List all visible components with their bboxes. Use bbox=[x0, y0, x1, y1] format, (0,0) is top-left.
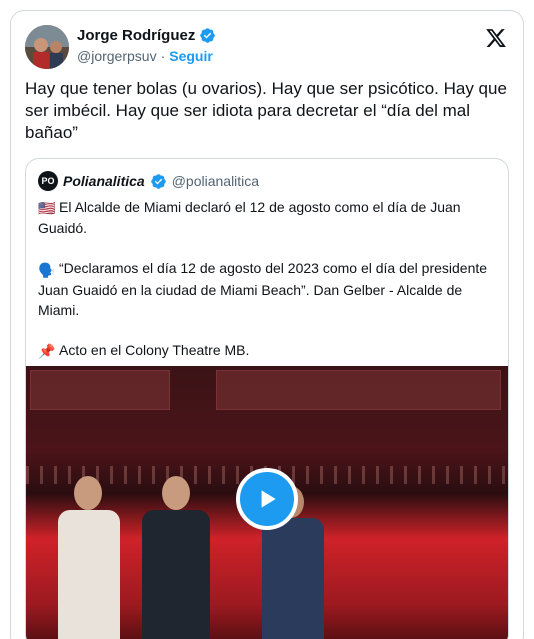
quoted-paragraph-text: Acto en el Colony Theatre MB. bbox=[59, 341, 250, 358]
quoted-text: 🇺🇸 El Alcalde de Miami declaró el 12 de a… bbox=[38, 197, 498, 381]
tweet-header: Jorge Rodríguez @jorgerpsuv · Seguir bbox=[25, 21, 509, 71]
author-avatar[interactable] bbox=[25, 25, 69, 69]
author-handle[interactable]: @jorgerpsuv bbox=[77, 48, 157, 64]
quoted-paragraph: 📌 Acto en el Colony Theatre MB. bbox=[38, 340, 498, 361]
quoted-paragraph: 🇺🇸 El Alcalde de Miami declaró el 12 de a… bbox=[38, 197, 498, 238]
quoted-author-handle[interactable]: @polianalitica bbox=[172, 173, 259, 189]
person-center bbox=[136, 476, 216, 639]
quoted-author-name[interactable]: Polianalitica bbox=[63, 173, 145, 189]
stage-screen bbox=[216, 370, 501, 410]
author-name[interactable]: Jorge Rodríguez bbox=[77, 27, 195, 44]
quoted-tweet[interactable]: PO Polianalitica @polianalitica 🇺🇸 El Alc… bbox=[25, 158, 509, 639]
separator-dot: · bbox=[160, 48, 166, 64]
quoted-avatar[interactable]: PO bbox=[38, 171, 58, 191]
speaking-head-icon: 🗣️ bbox=[38, 261, 56, 278]
quoted-paragraph-text: “Declaramos el día 12 de agosto del 2023… bbox=[38, 260, 488, 318]
person-left bbox=[54, 476, 124, 639]
tweet-text: Hay que tener bolas (u ovarios). Hay que… bbox=[25, 79, 507, 142]
stage-screen bbox=[30, 370, 170, 410]
quoted-paragraph-text: El Alcalde de Miami declaró el 12 de ago… bbox=[38, 199, 461, 237]
play-button[interactable] bbox=[236, 468, 298, 530]
verified-badge-icon bbox=[200, 28, 216, 43]
x-logo-icon[interactable] bbox=[485, 27, 507, 49]
verified-badge-icon bbox=[150, 173, 166, 189]
follow-button[interactable]: Seguir bbox=[169, 48, 213, 64]
us-flag-icon: 🇺🇸 bbox=[38, 200, 56, 217]
quoted-paragraph: 🗣️ “Declaramos el día 12 de agosto del 20… bbox=[38, 258, 498, 319]
video-player[interactable] bbox=[26, 366, 508, 639]
pushpin-icon: 📌 bbox=[38, 342, 56, 359]
play-icon bbox=[261, 490, 276, 508]
tweet-embed-card[interactable]: Jorge Rodríguez @jorgerpsuv · Seguir Hay… bbox=[10, 10, 524, 639]
